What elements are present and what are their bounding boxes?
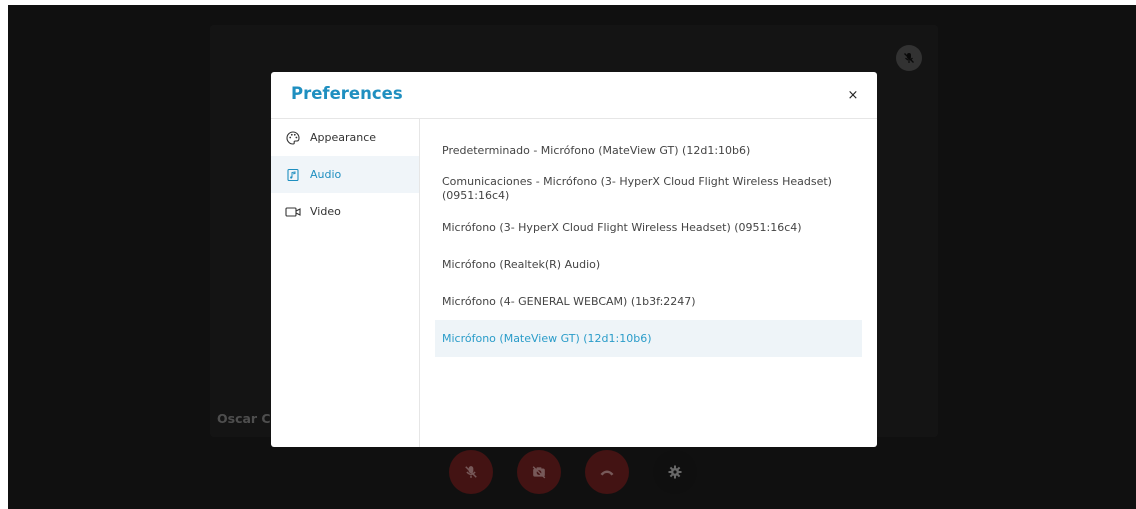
preferences-dialog: Preferences × Appearance Audio Video Pre… <box>271 72 877 447</box>
sidebar-item-appearance[interactable]: Appearance <box>271 119 419 156</box>
audio-device-option[interactable]: Micrófono (Realtek(R) Audio) <box>435 246 862 283</box>
audio-device-option-selected[interactable]: Micrófono (MateView GT) (12d1:10b6) <box>435 320 862 357</box>
sidebar-item-label: Audio <box>310 168 342 181</box>
sidebar-item-audio[interactable]: Audio <box>271 156 419 193</box>
preferences-sidebar: Appearance Audio Video <box>271 119 420 447</box>
dialog-body: Appearance Audio Video Predeterminado - … <box>271 119 877 447</box>
audio-device-list: Predeterminado - Micrófono (MateView GT)… <box>435 132 862 357</box>
audio-device-option[interactable]: Predeterminado - Micrófono (MateView GT)… <box>435 132 862 169</box>
audio-device-option[interactable]: Comunicaciones - Micrófono (3- HyperX Cl… <box>435 169 862 209</box>
close-button[interactable]: × <box>843 85 863 105</box>
palette-icon <box>285 130 301 146</box>
sidebar-item-label: Appearance <box>310 131 377 144</box>
sidebar-item-label: Video <box>310 205 341 218</box>
audio-device-option[interactable]: Micrófono (3- HyperX Cloud Flight Wirele… <box>435 209 862 246</box>
dialog-header: Preferences × <box>271 72 877 119</box>
dialog-title: Preferences <box>291 84 403 103</box>
audio-device-option[interactable]: Micrófono (4- GENERAL WEBCAM) (1b3f:2247… <box>435 283 862 320</box>
sidebar-item-video[interactable]: Video <box>271 193 419 230</box>
close-icon: × <box>847 87 859 103</box>
video-camera-icon <box>285 204 301 220</box>
audio-file-icon <box>285 167 301 183</box>
